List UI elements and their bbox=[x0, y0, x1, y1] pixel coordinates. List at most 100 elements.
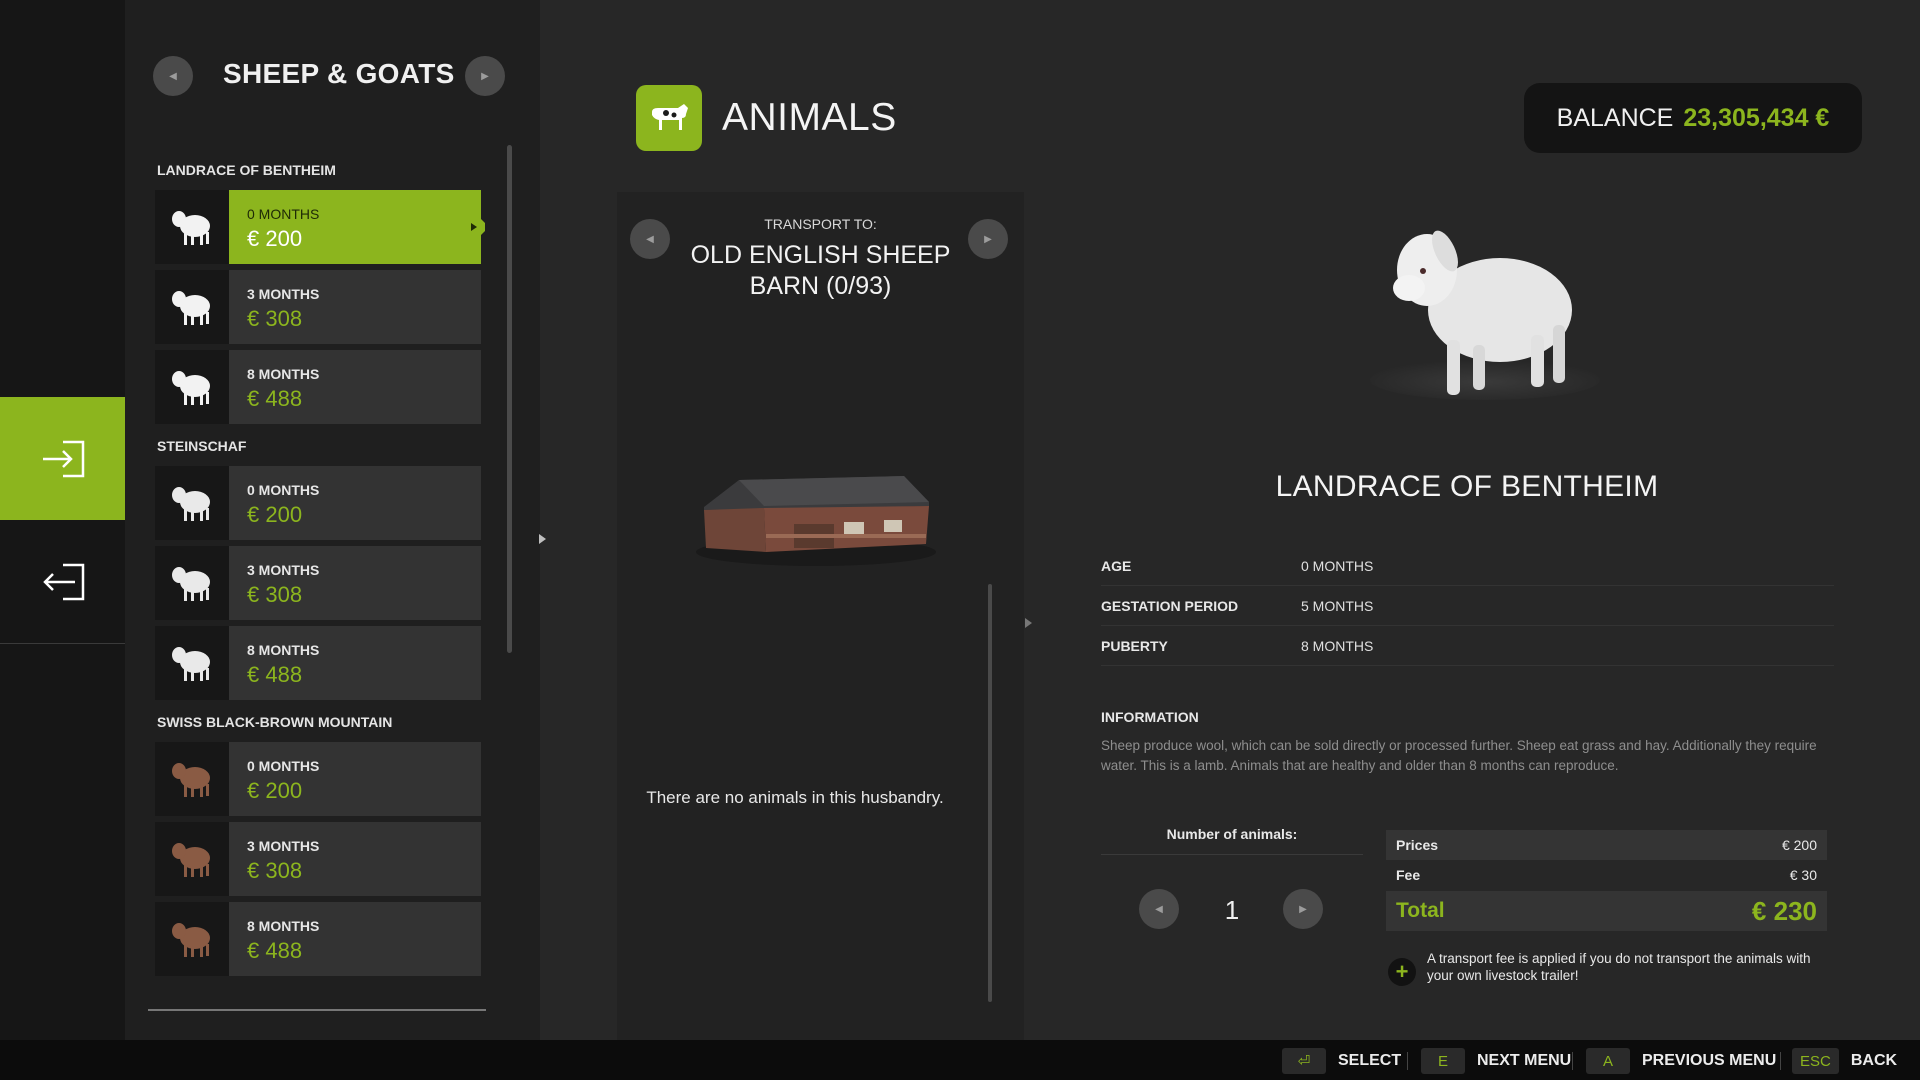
breed-heading: LANDRACE OF BENTHEIM bbox=[157, 162, 336, 178]
breed-heading: STEINSCHAF bbox=[157, 438, 247, 454]
caret-right-icon: ▶ bbox=[1299, 903, 1307, 915]
hint-back[interactable]: ESC BACK bbox=[1792, 1048, 1897, 1074]
a-key-icon: A bbox=[1586, 1048, 1630, 1074]
animal-age: 8 MONTHS bbox=[247, 918, 320, 934]
animal-item-info: 3 MONTHS € 308 bbox=[229, 822, 481, 896]
stat-label: GESTATION PERIOD bbox=[1101, 597, 1239, 614]
information-text: Sheep produce wool, which can be sold di… bbox=[1101, 738, 1817, 773]
nav-rail bbox=[0, 0, 133, 1040]
animal-list-item[interactable]: 3 MONTHS € 308 bbox=[155, 822, 481, 896]
nav-sell-button[interactable] bbox=[0, 520, 125, 644]
transport-chevron-icon[interactable] bbox=[1025, 618, 1032, 628]
caret-left-icon: ◀ bbox=[169, 70, 177, 82]
next-category-button[interactable]: ▶ bbox=[465, 56, 505, 96]
nav-buy-button[interactable] bbox=[0, 397, 133, 520]
decrease-quantity-button[interactable]: ◀ bbox=[1139, 889, 1179, 929]
fee-value: € 30 bbox=[1789, 867, 1817, 883]
animal-thumbnail bbox=[155, 546, 229, 620]
sheep-icon bbox=[172, 647, 210, 681]
prev-category-button[interactable]: ◀ bbox=[153, 56, 193, 96]
animal-price: € 488 bbox=[247, 386, 303, 411]
animal-list-item[interactable]: 8 MONTHS € 488 bbox=[155, 626, 481, 700]
quantity-value: 1 bbox=[1224, 895, 1240, 925]
sheep-icon bbox=[172, 487, 210, 521]
footer-separator bbox=[1407, 1052, 1408, 1070]
category-title: SHEEP & GOATS bbox=[223, 58, 455, 89]
animal-item-info: 0 MONTHS € 200 bbox=[229, 466, 481, 540]
sheep-icon bbox=[172, 843, 210, 877]
caret-right-icon: ▶ bbox=[984, 233, 992, 245]
animal-age: 8 MONTHS bbox=[247, 642, 320, 658]
animal-thumbnail bbox=[155, 902, 229, 976]
animal-list-item[interactable]: 0 MONTHS € 200 bbox=[155, 742, 481, 816]
transport-label: TRANSPORT TO: bbox=[764, 216, 877, 232]
animal-age: 3 MONTHS bbox=[247, 286, 320, 302]
fee-label: Fee bbox=[1396, 867, 1421, 883]
animal-price: € 200 bbox=[247, 778, 303, 803]
fee-row: Fee € 30 bbox=[1386, 860, 1827, 890]
sheep-icon bbox=[172, 567, 210, 601]
animal-list-item[interactable]: 3 MONTHS € 308 bbox=[155, 270, 481, 344]
sheep-image bbox=[1370, 230, 1600, 400]
prev-destination-button[interactable]: ◀ bbox=[630, 219, 670, 259]
animal-price: € 200 bbox=[247, 502, 303, 527]
list-bottom-divider bbox=[148, 1009, 486, 1011]
increase-quantity-button[interactable]: ▶ bbox=[1283, 889, 1323, 929]
prices-value: € 200 bbox=[1781, 837, 1817, 853]
empty-husbandry-message: There are no animals in this husbandry. bbox=[646, 788, 944, 807]
transport-scrollbar[interactable] bbox=[988, 584, 992, 1002]
animal-age: 0 MONTHS bbox=[247, 482, 320, 498]
animal-price: € 488 bbox=[247, 662, 303, 687]
animal-list-item[interactable]: 8 MONTHS € 488 bbox=[155, 350, 481, 424]
e-key-icon: E bbox=[1421, 1048, 1465, 1074]
sheep-icon bbox=[172, 763, 210, 797]
header-icon-badge bbox=[636, 85, 702, 151]
page-title: ANIMALS bbox=[722, 96, 897, 139]
animal-item-info: 3 MONTHS € 308 bbox=[229, 270, 481, 344]
animal-thumbnail bbox=[155, 822, 229, 896]
stat-label: AGE bbox=[1101, 557, 1132, 574]
stat-value: 0 MONTHS bbox=[1301, 557, 1374, 574]
stat-value: 8 MONTHS bbox=[1301, 637, 1374, 654]
animal-price: € 488 bbox=[247, 938, 303, 963]
animal-thumbnail bbox=[155, 466, 229, 540]
stat-row: GESTATION PERIOD 5 MONTHS bbox=[1101, 586, 1834, 626]
animal-list-item[interactable]: 0 MONTHS € 200 bbox=[155, 190, 485, 264]
animal-thumbnail bbox=[155, 626, 229, 700]
animal-item-info: 0 MONTHS € 200 bbox=[229, 190, 481, 264]
animal-list-item[interactable]: 0 MONTHS € 200 bbox=[155, 466, 481, 540]
animal-age: 0 MONTHS bbox=[247, 758, 320, 774]
animal-age: 3 MONTHS bbox=[247, 838, 320, 854]
balance-value: 23,305,434 € bbox=[1683, 103, 1830, 132]
animal-list-item[interactable]: 3 MONTHS € 308 bbox=[155, 546, 481, 620]
animal-item-info: 0 MONTHS € 200 bbox=[229, 742, 481, 816]
information-heading: INFORMATION bbox=[1101, 709, 1199, 725]
sheep-icon bbox=[172, 291, 210, 325]
footer-separator bbox=[1780, 1052, 1781, 1070]
animal-age: 8 MONTHS bbox=[247, 366, 320, 382]
animal-list[interactable]: LANDRACE OF BENTHEIM 0 MONTHS € 200 3 MONTH… bbox=[155, 160, 485, 1012]
list-scrollbar[interactable] bbox=[507, 145, 512, 653]
footer-separator bbox=[1572, 1052, 1573, 1070]
hint-previous-menu-label: PREVIOUS MENU bbox=[1642, 1052, 1777, 1069]
hint-previous-menu[interactable]: A PREVIOUS MENU bbox=[1586, 1048, 1776, 1074]
breed-heading: SWISS BLACK-BROWN MOUNTAIN bbox=[157, 714, 393, 730]
collapse-chevron-icon[interactable] bbox=[539, 534, 546, 544]
animal-item-info: 3 MONTHS € 308 bbox=[229, 546, 481, 620]
hint-next-menu[interactable]: E NEXT MENU bbox=[1421, 1048, 1571, 1074]
animal-list-item[interactable]: 8 MONTHS € 488 bbox=[155, 902, 481, 976]
animal-price: € 308 bbox=[247, 582, 303, 607]
sheep-icon bbox=[172, 923, 210, 957]
animal-item-info: 8 MONTHS € 488 bbox=[229, 626, 481, 700]
footer-hint-bar: ⏎ SELECT E NEXT MENU A PREVIOUS MENU ESC… bbox=[0, 1040, 1920, 1080]
animal-thumbnail bbox=[155, 350, 229, 424]
stat-row: PUBERTY 8 MONTHS bbox=[1101, 626, 1834, 666]
total-label: Total bbox=[1396, 899, 1445, 922]
caret-left-icon: ◀ bbox=[1155, 903, 1163, 915]
hint-back-label: BACK bbox=[1850, 1052, 1898, 1069]
hint-select[interactable]: ⏎ SELECT bbox=[1282, 1048, 1401, 1074]
animal-thumbnail bbox=[155, 742, 229, 816]
hint-next-menu-label: NEXT MENU bbox=[1477, 1052, 1572, 1069]
next-destination-button[interactable]: ▶ bbox=[968, 219, 1008, 259]
animal-item-info: 8 MONTHS € 488 bbox=[229, 902, 481, 976]
